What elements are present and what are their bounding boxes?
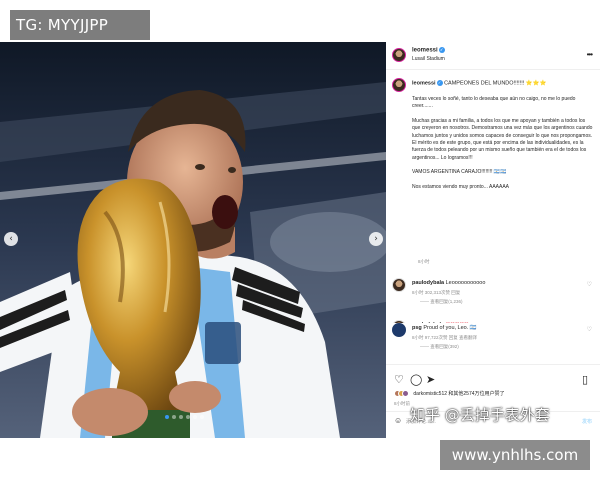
post-comment-button[interactable]: 发布 xyxy=(582,418,592,425)
commenter-avatar[interactable] xyxy=(392,323,406,337)
screenshot-page: TG: MYYJJPP ‹ › leomessi ✓ Lusail Stadiu… xyxy=(0,0,600,480)
author-username-text[interactable]: leomessi xyxy=(412,48,438,54)
post-side-panel: leomessi ✓ Lusail Stadium ••• leomessi ✓ C… xyxy=(386,42,600,438)
caption-username[interactable]: leomessi xyxy=(412,80,436,86)
carousel-dot xyxy=(179,415,183,419)
post-photo[interactable]: ‹ › xyxy=(0,42,386,438)
caption-timestamp: 8小时 xyxy=(418,259,430,264)
commenter-username[interactable]: psg xyxy=(412,325,422,331)
author-username[interactable]: leomessi ✓ xyxy=(412,47,445,54)
post-actions-bar: psg Proud of you, Leo. 🇦🇷 8小时 97,722次赞 回… xyxy=(386,323,600,438)
carousel-dot xyxy=(172,415,176,419)
comment-text-row: psg Proud of you, Leo. 🇦🇷 xyxy=(412,325,477,331)
heart-icon[interactable]: ♡ xyxy=(587,281,592,288)
comment-meta: 8小时 97,722次赞 回复 查看翻译 xyxy=(412,335,478,340)
carousel-dot xyxy=(200,415,204,419)
verified-badge-icon: ✓ xyxy=(438,47,445,53)
view-replies-link[interactable]: —— 查看回复(1,236) xyxy=(420,299,463,305)
bookmark-icon[interactable]: ▯ xyxy=(582,373,588,386)
verified-badge-icon: ✓ xyxy=(436,80,443,86)
instagram-post: ‹ › leomessi ✓ Lusail Stadium ••• leomes… xyxy=(0,42,600,438)
more-options-icon[interactable]: ••• xyxy=(587,50,593,59)
post-location[interactable]: Lusail Stadium xyxy=(412,56,445,62)
carousel-dot xyxy=(186,415,190,419)
caption-body: Tantas veces lo soñé, tanto lo deseaba q… xyxy=(412,96,594,198)
share-icon[interactable]: ➤ xyxy=(426,373,435,386)
view-replies-link[interactable]: —— 查看回复(392) xyxy=(420,344,459,350)
chevron-left-icon[interactable]: ‹ xyxy=(4,232,18,246)
caption-paragraph: Muchas gracias a mi familia, a todos los… xyxy=(412,117,593,161)
carousel-indicator xyxy=(165,415,204,419)
heart-icon[interactable]: ♡ xyxy=(394,373,404,386)
heart-icon[interactable]: ♡ xyxy=(587,326,592,333)
caption-paragraph: Tantas veces lo soñé, tanto lo deseaba q… xyxy=(412,96,576,110)
commenter-avatar[interactable] xyxy=(392,278,406,292)
tg-watermark-tag: TG: MYYJJPP xyxy=(10,10,150,40)
likes-summary[interactable]: darkomistic512 和其他2574万位用户赞了 xyxy=(394,390,505,398)
comment-icon[interactable]: ◯ xyxy=(410,373,422,386)
post-date: 8小时前 xyxy=(394,401,411,406)
post-header: leomessi ✓ Lusail Stadium ••• xyxy=(386,42,600,70)
zhihu-watermark: 知乎 @丢掉手表外套 xyxy=(410,406,550,424)
comment-meta: 8小时 302,313次赞 回复 xyxy=(412,290,461,295)
caption-paragraph: VAMOS ARGENTINA CARAJO!!!!!!!! 🇦🇷🇦🇷 xyxy=(412,169,507,176)
comment-text: Leooooooooooo xyxy=(445,280,486,286)
comment-item: psg Proud of you, Leo. 🇦🇷 8小时 97,722次赞 回… xyxy=(392,323,596,349)
comment-text: Proud of you, Leo. 🇦🇷 xyxy=(423,325,477,331)
comment-text-row: paulodybala Leooooooooooo xyxy=(412,280,485,286)
liker-avatar xyxy=(402,390,409,398)
post-image xyxy=(0,42,386,438)
comment-item: paulodybala Leooooooooooo 8小时 302,313次赞 … xyxy=(392,278,596,304)
caption-paragraph: Nos estamos viendo muy pronto... AAAAAA xyxy=(412,183,509,190)
commenter-username[interactable]: paulodybala xyxy=(412,280,444,286)
chevron-right-icon[interactable]: › xyxy=(369,232,383,246)
likes-text: darkomistic512 和其他2574万位用户赞了 xyxy=(413,391,505,397)
caption-headline-row: leomessi ✓ CAMPEONES DEL MUNDO!!!!!!! ⭐⭐⭐ xyxy=(412,80,546,86)
carousel-dot-active xyxy=(165,415,169,419)
author-avatar[interactable] xyxy=(392,48,406,62)
emoji-icon[interactable]: ☺ xyxy=(394,416,402,425)
carousel-dot xyxy=(193,415,197,419)
url-watermark: www.ynhlhs.com xyxy=(440,440,590,470)
caption-headline: CAMPEONES DEL MUNDO!!!!!!! ⭐⭐⭐ xyxy=(444,80,547,87)
caption-author-avatar[interactable] xyxy=(392,78,406,92)
